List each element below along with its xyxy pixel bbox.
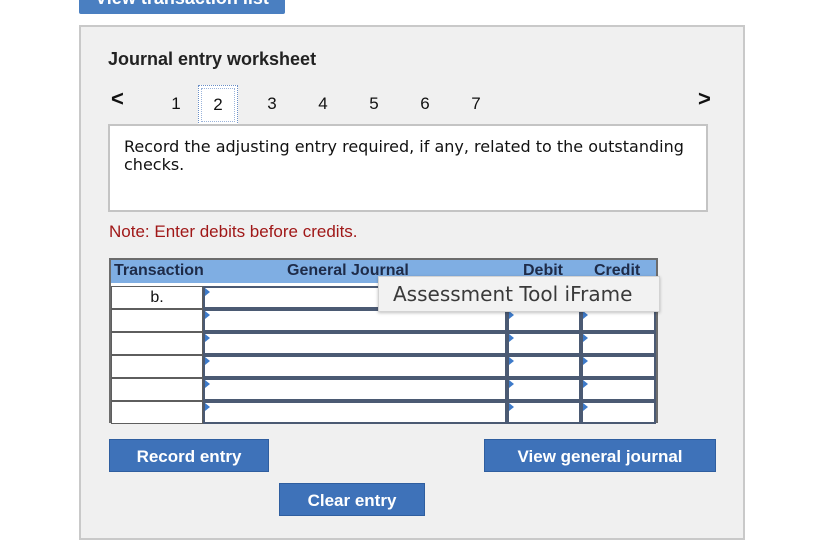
record-entry-button[interactable]: Record entry [109,439,269,472]
transaction-label: b. [150,289,164,306]
table-row [111,378,656,401]
account-select[interactable] [203,378,507,401]
transaction-cell [111,401,203,424]
credit-input[interactable] [581,378,656,401]
debit-input[interactable] [507,378,581,401]
page-2-link[interactable]: 2 [198,85,238,125]
debit-input[interactable] [507,309,581,332]
transaction-cell [111,378,203,401]
credit-input[interactable] [581,309,656,332]
transaction-cell: b. [111,286,203,309]
note-text: Note: Enter debits before credits. [109,222,358,241]
account-select[interactable] [203,332,507,355]
page-1-link[interactable]: 1 [156,85,196,125]
credit-input[interactable] [581,332,656,355]
page-3-link[interactable]: 3 [252,85,292,125]
table-row [111,332,656,355]
debit-input[interactable] [507,401,581,424]
page-7-link[interactable]: 7 [456,85,496,125]
transaction-cell [111,355,203,378]
next-page-chevron-icon[interactable]: > [698,87,711,111]
transaction-cell [111,309,203,332]
assessment-tool-tooltip: Assessment Tool iFrame [378,276,660,312]
previous-page-chevron-icon[interactable]: < [111,87,124,111]
view-general-journal-button[interactable]: View general journal [484,439,716,472]
clear-entry-button[interactable]: Clear entry [279,483,425,516]
account-select[interactable] [203,401,507,424]
transaction-cell [111,332,203,355]
worksheet-title: Journal entry worksheet [108,49,317,69]
table-row [111,355,656,378]
header-transaction: Transaction [114,262,204,279]
account-select[interactable] [203,355,507,378]
instruction-text: Record the adjusting entry required, if … [108,124,708,212]
page-6-link[interactable]: 6 [405,85,445,125]
view-transaction-list-button[interactable]: View transaction list [79,0,285,14]
table-row [111,401,656,424]
debit-input[interactable] [507,355,581,378]
credit-input[interactable] [581,401,656,424]
account-select[interactable] [203,309,507,332]
credit-input[interactable] [581,355,656,378]
debit-input[interactable] [507,332,581,355]
table-row [111,309,656,332]
page-5-link[interactable]: 5 [354,85,394,125]
page-4-link[interactable]: 4 [303,85,343,125]
